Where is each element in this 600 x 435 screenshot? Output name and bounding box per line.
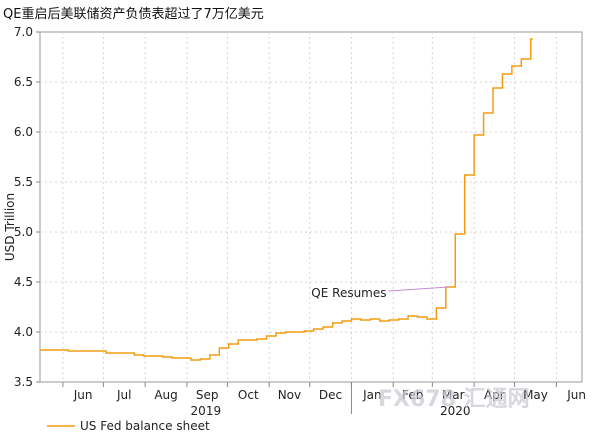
x-tick-label: Oct (238, 388, 259, 402)
y-axis: 3.54.04.55.05.56.06.57.0 (14, 25, 40, 389)
y-tick-label: 3.5 (14, 375, 33, 389)
x-tick-label: Jun (566, 388, 586, 402)
x-year-label-2019: 2019 (191, 404, 222, 418)
legend-label: US Fed balance sheet (80, 419, 210, 433)
x-tick-label: Dec (319, 388, 342, 402)
y-tick-label: 7.0 (14, 25, 33, 39)
x-tick-label: Jul (116, 388, 131, 402)
x-tick-label: Aug (154, 388, 177, 402)
y-tick-label: 5.5 (14, 175, 33, 189)
x-tick-label: Nov (278, 388, 301, 402)
grid (40, 32, 582, 382)
y-tick-label: 4.0 (14, 325, 33, 339)
y-tick-label: 6.0 (14, 125, 33, 139)
chart: QE重启后美联储资产负债表超过了7万亿美元 3.54.04.55.05.56.0… (3, 6, 586, 433)
annotation-qe-resumes: QE Resumes (311, 286, 386, 300)
y-axis-label: USD Trillion (3, 193, 17, 261)
series-us-fed-balance-sheet (40, 38, 533, 361)
series-line (40, 38, 533, 361)
x-tick-label: Jun (73, 388, 93, 402)
x-tick-label: Sep (196, 388, 219, 402)
legend[interactable]: US Fed balance sheet (47, 419, 210, 433)
plot-area (39, 31, 583, 383)
watermark: FX678 汇通网 (378, 387, 530, 412)
chart-title: QE重启后美联储资产负债表超过了7万亿美元 (3, 6, 264, 22)
annotation-leader-line (388, 286, 449, 292)
y-tick-label: 6.5 (14, 75, 33, 89)
y-tick-label: 4.5 (14, 275, 33, 289)
